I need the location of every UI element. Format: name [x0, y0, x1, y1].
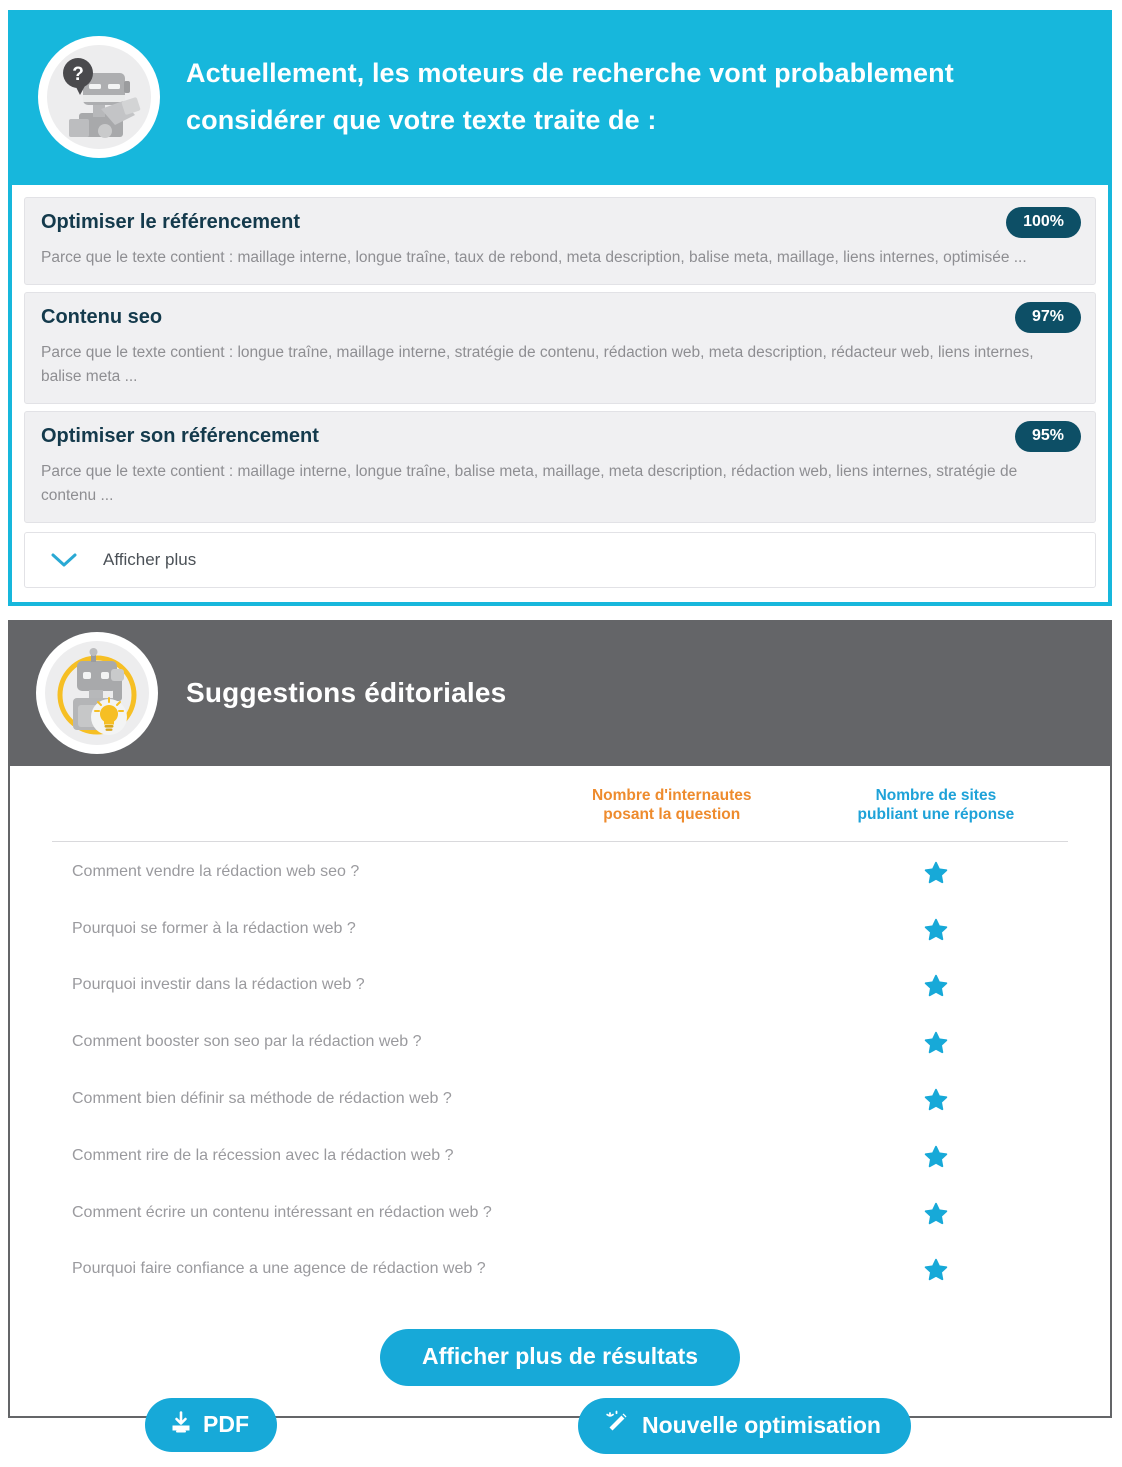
thinking-robot-icon: ?: [38, 36, 160, 159]
suggestions-body: Nombre d'internautes posant la question …: [10, 766, 1110, 1417]
suggestions-table: Nombre d'internautes posant la question …: [52, 786, 1068, 1303]
svg-text:?: ?: [72, 64, 84, 85]
result-title: Contenu seo: [41, 305, 163, 328]
question-text: Pourquoi faire confiance a une agence de…: [72, 1260, 486, 1278]
footer-actions: PDF Nouvelle optimisation: [0, 1398, 1122, 1458]
result-reason: Parce que le texte contient : maillage i…: [41, 460, 1079, 508]
star-icon: [923, 1144, 949, 1170]
show-more-button[interactable]: Afficher plus: [24, 531, 1096, 588]
new-optimisation-label: Nouvelle optimisation: [642, 1411, 881, 1438]
robot-lightbulb-icon: [36, 632, 158, 754]
answers-rating: [804, 962, 1068, 1019]
column-header-asks-line1: Nombre d'internautes: [591, 787, 752, 804]
suggestions-panel-header: Suggestions éditoriales: [10, 620, 1110, 766]
question-text: Comment écrire un contenu intéressant en…: [72, 1203, 492, 1221]
answers-rating: [804, 1076, 1068, 1133]
suggestions-table-body: Comment vendre la rédaction web seo ? Po…: [52, 841, 1068, 1303]
table-row[interactable]: Pourquoi faire confiance a une agence de…: [52, 1246, 1068, 1303]
editorial-suggestions-panel: Suggestions éditoriales Nombre d'interna…: [8, 620, 1112, 1419]
column-header-answers-line2: publiant une réponse: [857, 806, 1015, 824]
table-row[interactable]: Comment rire de la récession avec la réd…: [52, 1133, 1068, 1190]
star-icon: [923, 1201, 949, 1227]
answers-rating: [804, 906, 1068, 963]
page-title: Actuellement, les moteurs de recherche v…: [186, 58, 954, 136]
table-row[interactable]: Pourquoi se former à la rédaction web ?: [52, 906, 1068, 963]
suggestions-title: Suggestions éditoriales: [186, 677, 507, 708]
table-row[interactable]: Comment booster son seo par la rédaction…: [52, 1019, 1068, 1076]
answers-rating: [804, 1190, 1068, 1247]
asks-count: [540, 1076, 804, 1133]
star-icon: [923, 860, 949, 886]
result-score-badge: 95%: [1014, 420, 1081, 452]
download-icon: [169, 1410, 193, 1438]
table-row[interactable]: Comment écrire un contenu intéressant en…: [52, 1190, 1068, 1247]
pdf-button[interactable]: PDF: [145, 1398, 277, 1452]
more-results-container: Afficher plus de résultats: [52, 1303, 1068, 1387]
table-header-row: Nombre d'internautes posant la question …: [52, 786, 1068, 842]
asks-count: [540, 1190, 804, 1247]
result-title: Optimiser le référencement: [41, 210, 300, 233]
new-optimisation-button[interactable]: Nouvelle optimisation: [578, 1398, 911, 1454]
asks-count: [540, 1133, 804, 1190]
asks-count: [540, 906, 804, 963]
thematic-analysis-panel: ? Actuellement, les moteurs de recherche…: [8, 10, 1112, 606]
table-row[interactable]: Comment vendre la rédaction web seo ?: [52, 841, 1068, 905]
column-header-answers: Nombre de sites publiant une réponse: [804, 786, 1068, 841]
chevron-down-icon: [49, 551, 79, 569]
question-text: Pourquoi se former à la rédaction web ?: [72, 919, 356, 937]
asks-count: [540, 1246, 804, 1303]
show-more-results-button[interactable]: Afficher plus de résultats: [379, 1329, 741, 1387]
result-title: Optimiser son référencement: [41, 424, 319, 447]
table-row[interactable]: Pourquoi investir dans la rédaction web …: [52, 962, 1068, 1019]
result-reason-prefix: Parce que le texte contient :: [41, 462, 238, 480]
thematic-result-item[interactable]: Optimiser le référencement 100% Parce qu…: [24, 196, 1096, 285]
question-text: Pourquoi investir dans la rédaction web …: [72, 976, 365, 994]
column-header-answers-line1: Nombre de sites: [875, 787, 997, 804]
question-text: Comment rire de la récession avec la réd…: [72, 1146, 454, 1164]
result-reason-prefix: Parce que le texte contient :: [41, 343, 238, 361]
thematic-results-list: Optimiser le référencement 100% Parce qu…: [12, 184, 1108, 602]
question-text: Comment vendre la rédaction web seo ?: [72, 862, 360, 880]
result-score-badge: 100%: [1006, 206, 1081, 238]
column-header-question: [52, 786, 540, 841]
magic-wand-icon: [604, 1410, 630, 1440]
star-icon: [923, 917, 949, 943]
result-reason-prefix: Parce que le texte contient :: [41, 248, 238, 266]
thematic-result-item[interactable]: Contenu seo 97% Parce que le texte conti…: [24, 291, 1096, 404]
asks-count: [540, 1019, 804, 1076]
answers-rating: [804, 841, 1068, 905]
answers-rating: [804, 1133, 1068, 1190]
answers-rating: [804, 1246, 1068, 1303]
thematic-panel-header: ? Actuellement, les moteurs de recherche…: [12, 10, 1108, 185]
asks-count: [540, 841, 804, 905]
thematic-result-item[interactable]: Optimiser son référencement 95% Parce qu…: [24, 410, 1096, 523]
star-icon: [923, 973, 949, 999]
report-page: ? Actuellement, les moteurs de recherche…: [0, 0, 1122, 1467]
asks-count: [540, 962, 804, 1019]
result-reason: Parce que le texte contient : longue tra…: [41, 341, 1079, 389]
question-text: Comment booster son seo par la rédaction…: [72, 1033, 422, 1051]
result-reason: Parce que le texte contient : maillage i…: [41, 246, 1079, 270]
answers-rating: [804, 1019, 1068, 1076]
pdf-button-label: PDF: [203, 1410, 249, 1437]
result-reason-terms: maillage interne, longue traîne, taux de…: [237, 248, 1027, 266]
column-header-asks: Nombre d'internautes posant la question: [540, 786, 804, 841]
show-more-label: Afficher plus: [103, 549, 197, 569]
star-icon: [923, 1087, 949, 1113]
table-row[interactable]: Comment bien définir sa méthode de rédac…: [52, 1076, 1068, 1133]
column-header-asks-line2: posant la question: [603, 806, 741, 824]
star-icon: [923, 1257, 949, 1283]
question-text: Comment bien définir sa méthode de rédac…: [72, 1089, 452, 1107]
star-icon: [923, 1030, 949, 1056]
result-score-badge: 97%: [1014, 301, 1081, 333]
